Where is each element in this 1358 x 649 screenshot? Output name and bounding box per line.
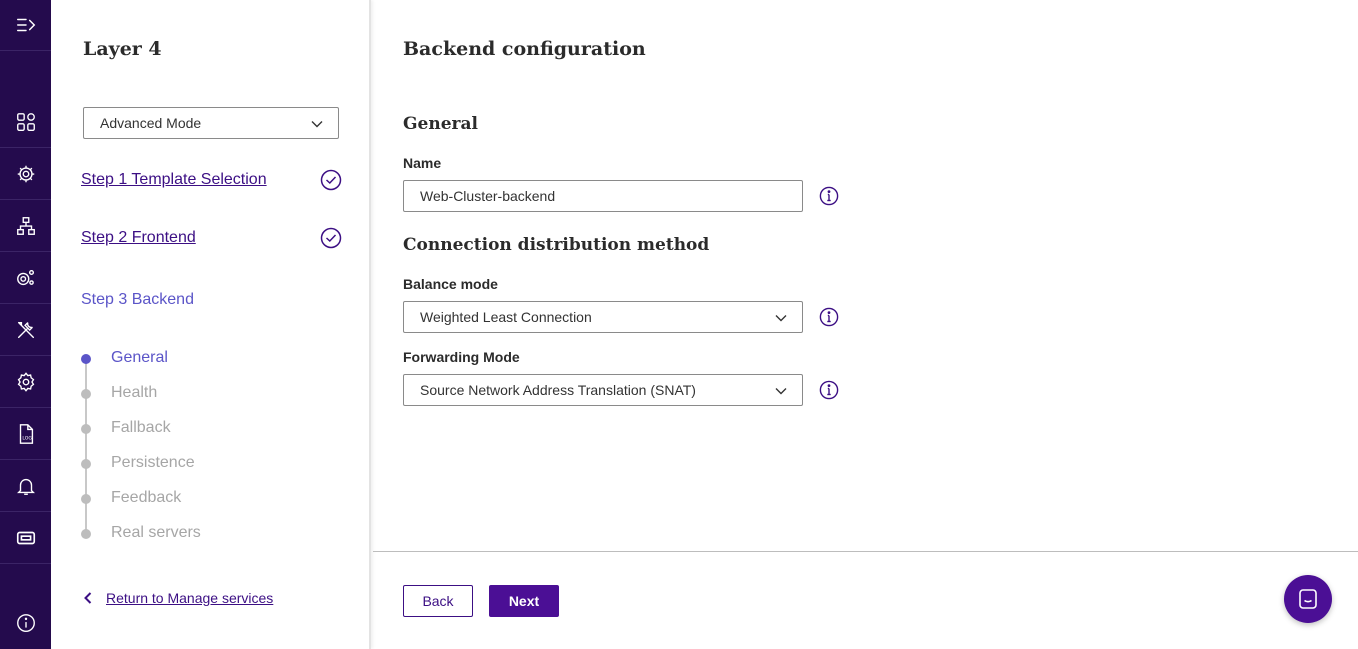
chevron-down-icon [775,315,787,322]
check-circle-icon [320,227,342,249]
services-icon [17,165,34,183]
expand-menu-icon [16,18,35,32]
step-current-backend: Step 3 Backend [81,291,194,308]
icon-rail: LOG [0,0,51,649]
substep-health: Health [111,384,158,401]
info-icon[interactable] [819,307,839,327]
dashboard-nav-button[interactable] [0,97,51,148]
mode-select-value: Advanced Mode [100,115,202,131]
wizard-title: Layer 4 [83,38,162,60]
chevron-down-icon [311,121,323,128]
system-settings-icon [16,269,34,286]
substep-dot [81,494,91,504]
settings-icon [17,372,34,392]
section-distribution-heading: Connection distribution method [403,235,710,255]
substep-dot [81,459,91,469]
next-button[interactable]: Next [489,585,559,617]
section-general-heading: General [403,114,478,134]
log-icon: LOG [19,424,33,444]
return-to-manage-services-link[interactable]: Return to Manage services [81,590,273,606]
chat-icon [1299,589,1317,609]
step-link-frontend[interactable]: Step 2 Frontend [81,229,196,247]
substep-connector [85,358,87,534]
substep-dot [81,389,91,399]
mode-select[interactable]: Advanced Mode [83,107,339,139]
license-nav-button[interactable] [0,513,51,564]
notifications-icon [16,478,35,495]
substep-general[interactable]: General [111,349,168,367]
info-icon [16,614,35,632]
substep-dot [81,424,91,434]
forwarding-mode-label: Forwarding Mode [403,349,520,365]
substep-dot [81,354,91,364]
dashboard-icon [16,113,35,131]
network-icon [16,217,35,235]
wizard-steps-panel: Layer 4 Advanced Mode Step 1 Template Se… [51,0,371,649]
substep-feedback: Feedback [111,489,182,506]
network-nav-button[interactable] [0,201,51,252]
forwarding-mode-value: Source Network Address Translation (SNAT… [420,382,696,398]
substep-real-servers: Real servers [111,524,201,541]
back-button[interactable]: Back [403,585,473,617]
footer-divider [373,551,1358,552]
name-input[interactable]: Web-Cluster-backend [403,180,803,212]
settings-nav-button[interactable] [0,357,51,408]
name-input-value: Web-Cluster-backend [420,188,556,204]
tools-icon [17,321,34,339]
substep-fallback: Fallback [111,419,171,436]
substep-persistence: Persistence [111,454,195,471]
balance-mode-select[interactable]: Weighted Least Connection [403,301,803,333]
check-circle-icon [320,169,342,191]
chat-launcher-button[interactable] [1284,575,1332,623]
info-icon[interactable] [819,186,839,206]
forwarding-mode-select[interactable]: Source Network Address Translation (SNAT… [403,374,803,406]
balance-mode-value: Weighted Least Connection [420,309,592,325]
return-link-label: Return to Manage services [106,590,274,606]
system-settings-nav-button[interactable] [0,253,51,304]
expand-menu-button[interactable] [0,0,51,51]
name-label: Name [403,155,442,171]
tools-nav-button[interactable] [0,305,51,356]
app: LOG Layer 4 Advanced Mode Step 1 Templat… [0,0,1358,649]
balance-mode-label: Balance mode [403,276,498,292]
about-button[interactable] [0,597,51,649]
info-icon[interactable] [819,380,839,400]
step-link-template-selection[interactable]: Step 1 Template Selection [81,171,267,189]
log-nav-button[interactable]: LOG [0,409,51,460]
license-icon [16,531,35,545]
substep-dot [81,529,91,539]
page-title: Backend configuration [403,38,646,60]
svg-text:LOG: LOG [22,436,32,442]
main-content: Backend configuration General Name Web-C… [373,0,1358,649]
services-nav-button[interactable] [0,149,51,200]
chevron-left-icon [84,592,92,604]
chevron-down-icon [775,388,787,395]
notifications-nav-button[interactable] [0,461,51,512]
